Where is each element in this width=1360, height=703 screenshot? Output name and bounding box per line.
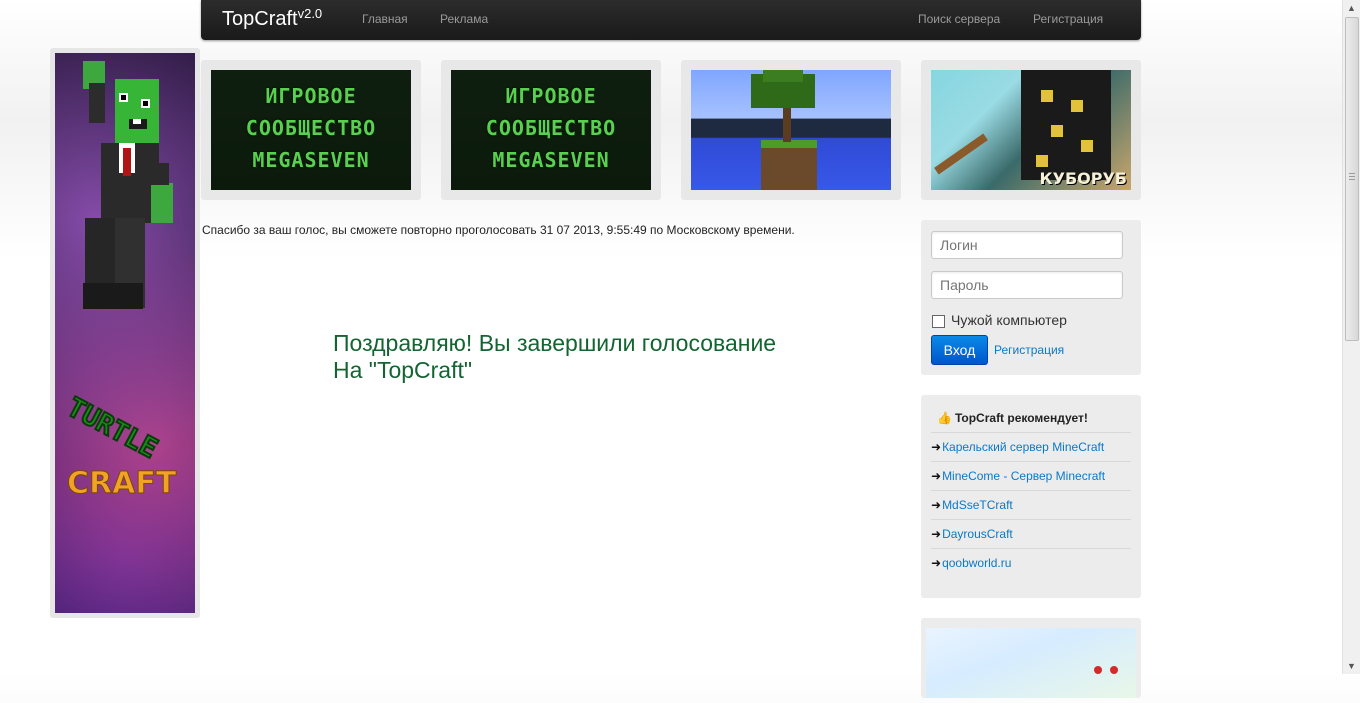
list-item[interactable]: ➜DayrousCraft bbox=[931, 519, 1131, 548]
hearts-icon bbox=[1094, 666, 1118, 674]
recommend-link[interactable]: MineCome - Сервер Minecraft bbox=[942, 469, 1105, 483]
scroll-up-icon[interactable]: ▲ bbox=[1343, 0, 1360, 16]
kuborub-banner-image: КУБОРУБ bbox=[931, 70, 1131, 190]
password-input[interactable] bbox=[931, 271, 1123, 299]
scrollbar-thumb[interactable] bbox=[1345, 17, 1359, 341]
banner-line: СООБЩЕСТВО bbox=[245, 116, 377, 140]
banner-line: MEGASEVEN bbox=[492, 148, 610, 172]
arrow-right-icon: ➜ bbox=[931, 556, 942, 570]
scroll-down-icon[interactable]: ▼ bbox=[1343, 658, 1360, 674]
top-navbar: TopCraftv2.0 Главная Реклама Поиск серве… bbox=[201, 0, 1141, 40]
skyblock-island-icon bbox=[751, 70, 817, 190]
register-link[interactable]: Регистрация bbox=[994, 343, 1064, 357]
list-item[interactable]: ➜Карельский сервер MineCraft bbox=[931, 432, 1131, 461]
list-item[interactable]: ➜qoobworld.ru bbox=[931, 548, 1131, 577]
skyblock-banner-image bbox=[691, 70, 891, 190]
nav-server-search-link[interactable]: Поиск сервера bbox=[918, 12, 1000, 26]
arrow-right-icon: ➜ bbox=[931, 440, 942, 454]
ad-banner-megaseven-2[interactable]: ИГРОВОЕ СООБЩЕСТВО MEGASEVEN bbox=[441, 60, 661, 200]
turtlecraft-banner-image: TURTLE CRAFT bbox=[55, 53, 195, 613]
login-panel: Чужой компьютер Вход Регистрация bbox=[921, 220, 1141, 375]
congrats-line-2: На "TopCraft" bbox=[333, 357, 473, 383]
brand-version: v2.0 bbox=[297, 6, 323, 21]
brand-logo[interactable]: TopCraftv2.0 bbox=[222, 6, 323, 31]
page-scrollbar[interactable]: ▲ ▼ bbox=[1342, 0, 1360, 674]
recommend-list: ➜Карельский сервер MineCraft ➜MineCome -… bbox=[931, 432, 1131, 577]
login-button[interactable]: Вход bbox=[931, 335, 988, 365]
kuborub-caption: КУБОРУБ bbox=[1039, 169, 1127, 188]
arrow-right-icon: ➜ bbox=[931, 498, 942, 512]
bottom-ad-banner[interactable] bbox=[921, 618, 1141, 698]
congrats-message: Поздравляю! Вы завершили голосование На … bbox=[333, 330, 833, 384]
banner-line: MEGASEVEN bbox=[252, 148, 370, 172]
foreign-computer-checkbox[interactable] bbox=[932, 315, 945, 328]
recommend-title: 👍 TopCraft рекомендует! bbox=[937, 411, 1088, 425]
arrow-right-icon: ➜ bbox=[931, 527, 942, 541]
brand-name: TopCraft bbox=[222, 8, 298, 30]
craft-text: CRAFT bbox=[67, 466, 177, 501]
left-ad-banner[interactable]: TURTLE CRAFT bbox=[50, 48, 200, 618]
recommend-title-text: TopCraft рекомендует! bbox=[954, 411, 1088, 425]
list-item[interactable]: ➜MdSseTCraft bbox=[931, 490, 1131, 519]
nav-register-link[interactable]: Регистрация bbox=[1033, 12, 1103, 26]
turtle-character-icon: TURTLE CRAFT bbox=[61, 61, 177, 502]
login-input[interactable] bbox=[931, 231, 1123, 259]
nav-home-link[interactable]: Главная bbox=[362, 12, 408, 26]
congrats-line-1: Поздравляю! Вы завершили голосование bbox=[333, 330, 777, 356]
foreign-computer-label[interactable]: Чужой компьютер bbox=[951, 312, 1067, 328]
banner-line: ИГРОВОЕ bbox=[505, 84, 597, 108]
recommend-link[interactable]: Карельский сервер MineCraft bbox=[942, 440, 1104, 454]
recommend-link[interactable]: DayrousCraft bbox=[942, 527, 1013, 541]
megaseven-banner-image: ИГРОВОЕ СООБЩЕСТВО MEGASEVEN bbox=[451, 70, 651, 190]
banner-line: СООБЩЕСТВО bbox=[485, 116, 617, 140]
list-item[interactable]: ➜MineCome - Сервер Minecraft bbox=[931, 461, 1131, 490]
recommend-panel: 👍 TopCraft рекомендует! ➜Карельский серве… bbox=[921, 395, 1141, 598]
ad-banner-megaseven-1[interactable]: ИГРОВОЕ СООБЩЕСТВО MEGASEVEN bbox=[201, 60, 421, 200]
ad-banner-kuborub[interactable]: КУБОРУБ bbox=[921, 60, 1141, 200]
nav-ads-link[interactable]: Реклама bbox=[440, 12, 488, 26]
thumbs-up-icon: 👍 bbox=[937, 411, 952, 425]
megaseven-banner-image: ИГРОВОЕ СООБЩЕСТВО MEGASEVEN bbox=[211, 70, 411, 190]
grip-icon bbox=[1349, 173, 1355, 181]
turtle-text: TURTLE bbox=[62, 392, 163, 465]
vote-confirmation-text: Спасибо за ваш голос, вы сможете повторн… bbox=[202, 223, 795, 237]
banner-line: ИГРОВОЕ bbox=[265, 84, 357, 108]
bottom-ad-image bbox=[926, 628, 1136, 698]
ad-banner-skyblock[interactable] bbox=[681, 60, 901, 200]
arrow-right-icon: ➜ bbox=[931, 469, 942, 483]
recommend-link[interactable]: qoobworld.ru bbox=[942, 556, 1011, 570]
recommend-link[interactable]: MdSseTCraft bbox=[942, 498, 1013, 512]
